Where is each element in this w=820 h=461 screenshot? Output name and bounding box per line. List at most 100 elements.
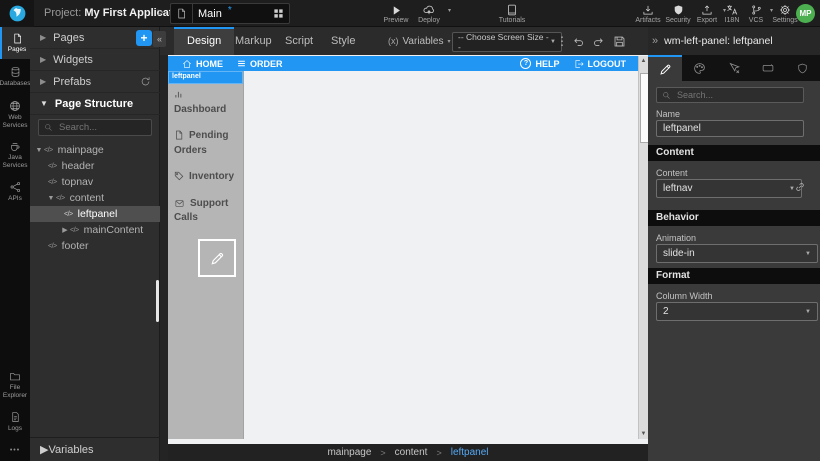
expand-panel-button[interactable]: » [648, 35, 664, 47]
help-icon: ? [520, 58, 531, 69]
scroll-up-icon[interactable]: ▲ [639, 58, 648, 64]
more-options-button[interactable]: ⋮ [556, 27, 568, 55]
leftnav-item-support-calls[interactable]: Support Calls [174, 197, 239, 226]
redo-button[interactable] [592, 27, 605, 55]
content-select[interactable]: leftnav ▼ [656, 179, 802, 198]
tab-events[interactable] [717, 55, 751, 81]
artifacts-button[interactable]: Artifacts [630, 0, 666, 27]
properties-panel: » wm-left-panel: leftpanel Name Content … [648, 27, 820, 461]
left-panel: ▶ Pages + ▶ Widgets ▶ Prefabs ▼ Page Str… [30, 27, 160, 461]
logout-icon [574, 59, 584, 69]
name-field[interactable] [656, 120, 804, 137]
section-pages[interactable]: ▶ Pages + [30, 27, 160, 49]
design-canvas[interactable]: HOME ORDER ? HELP LOGOUT leftpanel Dashb… [168, 55, 648, 444]
caret-down-icon: ▼ [34, 147, 44, 154]
globe-icon [9, 100, 21, 112]
sidebar-item-java-services[interactable]: Java Services [0, 136, 30, 174]
wavemaker-logo[interactable] [0, 0, 34, 27]
properties-tabs [648, 55, 820, 81]
i18n-button[interactable]: I18N [719, 0, 745, 27]
tree-node-content[interactable]: ▼ </> content [30, 190, 176, 206]
canvas-leftpanel-widget[interactable]: Dashboard Pending Orders Inventory Suppo… [168, 71, 244, 439]
widget-code-icon: </> [44, 147, 53, 154]
bind-link-icon[interactable] [794, 181, 806, 193]
tree-node-topnav[interactable]: </> topnav [30, 174, 178, 190]
tab-device[interactable] [751, 55, 785, 81]
structure-search[interactable] [38, 119, 152, 136]
panel-gap [160, 55, 168, 461]
sidebar-item-web-services[interactable]: Web Services [0, 96, 30, 134]
section-prefabs[interactable]: ▶ Prefabs [30, 71, 160, 93]
wavemaker-studio: Project: My First Application > Main * P… [0, 0, 820, 461]
add-page-button[interactable]: + [136, 30, 152, 46]
coffee-cup-icon [9, 141, 21, 152]
preview-button[interactable]: Preview [379, 0, 413, 27]
scroll-down-icon[interactable]: ▼ [639, 431, 648, 437]
leftnav-item-pending-orders[interactable]: Pending Orders [174, 129, 239, 158]
vcs-button[interactable]: VCS ▾ [743, 0, 769, 27]
caret-right-icon: ▶ [40, 33, 46, 42]
caret-down-icon: ▼ [805, 309, 811, 315]
structure-search-input[interactable] [57, 121, 146, 134]
section-format[interactable]: Format [648, 268, 820, 284]
screen-size-select[interactable]: -- Choose Screen Size -- ▼ [452, 32, 562, 52]
unsaved-marker: * [228, 5, 232, 16]
variables-dropdown[interactable]: (x) Variables ▾ [388, 27, 450, 55]
nav-home[interactable]: HOME [182, 59, 223, 69]
tag-icon [174, 171, 184, 181]
column-width-label: Column Width [656, 291, 713, 301]
undo-button[interactable] [572, 27, 585, 55]
nav-order[interactable]: ORDER [237, 59, 283, 69]
tab-styles[interactable] [682, 55, 716, 81]
sidebar-item-pages[interactable]: Pages [0, 27, 32, 59]
tab-security[interactable] [786, 55, 820, 81]
sidebar-item-file-explorer[interactable]: File Explorer [0, 366, 30, 404]
column-width-select[interactable]: 2 ▼ [656, 302, 818, 321]
file-icon [174, 130, 184, 140]
refresh-icon[interactable] [140, 76, 151, 87]
collapse-left-panel-button[interactable]: « [153, 31, 166, 47]
breadcrumb-item-leftpanel[interactable]: leftpanel [451, 447, 489, 458]
security-button[interactable]: Security [662, 0, 694, 27]
tree-node-mainpage[interactable]: ▼ </> mainpage [30, 142, 164, 158]
tree-node-header[interactable]: </> header [30, 158, 178, 174]
breadcrumb-item-mainpage[interactable]: mainpage [327, 447, 371, 458]
deploy-button[interactable]: Deploy ▾ [411, 0, 447, 27]
nav-help[interactable]: ? HELP [520, 58, 559, 69]
user-avatar[interactable]: MP [796, 4, 815, 23]
edit-widget-button[interactable] [198, 239, 236, 277]
save-button[interactable] [613, 27, 626, 55]
section-page-structure[interactable]: ▼ Page Structure [30, 93, 160, 115]
leftnav-item-inventory[interactable]: Inventory [174, 170, 239, 185]
breadcrumb-item-content[interactable]: content [395, 447, 428, 458]
active-page-tab[interactable]: Main * [170, 3, 290, 24]
animation-select[interactable]: slide-in ▼ [656, 244, 818, 263]
export-button[interactable]: Export ▾ [692, 0, 722, 27]
api-nodes-icon [10, 181, 21, 193]
sidebar-item-apis[interactable]: APIs [0, 176, 30, 208]
grid-view-icon[interactable] [273, 8, 284, 19]
upload-tray-icon [701, 3, 713, 16]
section-content[interactable]: Content [648, 145, 820, 161]
properties-search[interactable] [656, 87, 804, 103]
sidebar-item-databases[interactable]: Databases [0, 60, 30, 94]
more-menu-button[interactable]: ••• [0, 441, 30, 459]
selection-label: leftpanel [168, 71, 243, 84]
tab-properties[interactable] [648, 55, 682, 81]
cloud-upload-icon [422, 3, 436, 16]
tutorials-button[interactable]: Tutorials [492, 0, 532, 27]
section-behavior[interactable]: Behavior [648, 210, 820, 226]
sidebar-item-logs[interactable]: Logs [0, 406, 30, 438]
variables-icon: (x) [388, 36, 399, 46]
search-icon [44, 123, 53, 132]
leftnav-item-dashboard[interactable]: Dashboard [174, 88, 239, 117]
tree-node-footer[interactable]: </> footer [30, 238, 178, 254]
tab-style[interactable]: Style [318, 27, 368, 55]
nav-logout[interactable]: LOGOUT [574, 59, 627, 69]
page-file-icon [176, 4, 193, 23]
section-variables[interactable]: ▶ Variables [30, 437, 160, 461]
section-widgets[interactable]: ▶ Widgets [30, 49, 160, 71]
properties-search-input[interactable] [675, 89, 798, 101]
widget-breadcrumb: mainpage > content > leftpanel [168, 444, 648, 461]
left-panel-scrollbar[interactable] [156, 280, 159, 322]
